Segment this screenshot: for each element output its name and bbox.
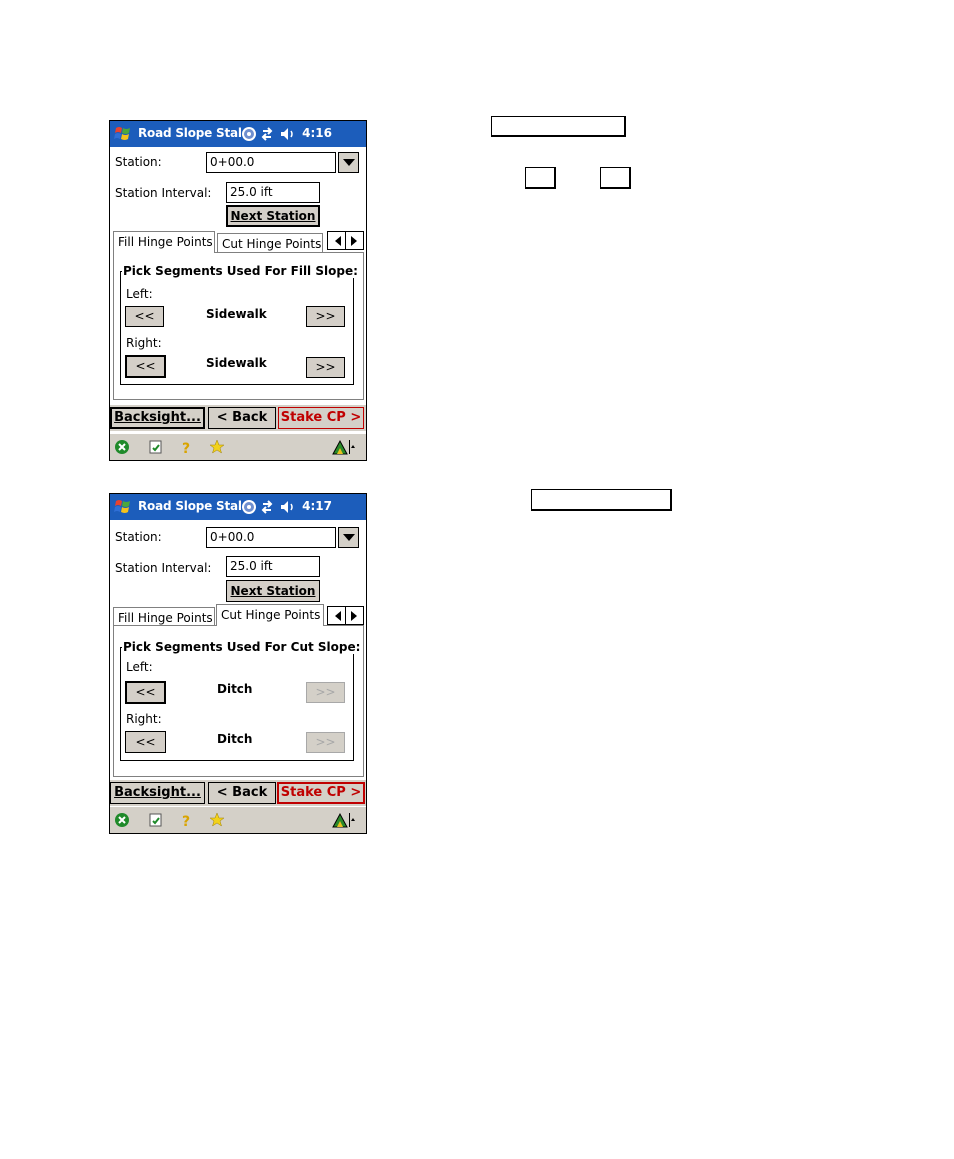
stake-cp-button[interactable]: Stake CP >	[277, 782, 365, 804]
scroll-right-icon[interactable]	[351, 236, 357, 246]
left-segment-value: Ditch	[217, 682, 253, 696]
back-label: < Back	[216, 410, 268, 425]
next-station-label: Next Station	[230, 209, 316, 223]
title-bar: Road Slope Stal 4:16	[110, 121, 366, 147]
input-panel-icon[interactable]	[332, 439, 356, 455]
speaker-icon[interactable]	[281, 501, 293, 513]
device-screen-fill: Road Slope Stal 4:16 Station: 0+00.0 Sta…	[109, 120, 367, 461]
left-prev-button[interactable]: <<	[125, 306, 164, 327]
station-interval-field[interactable]: 25.0 ift	[226, 556, 320, 577]
input-panel-icon[interactable]	[332, 812, 356, 828]
left-next-button[interactable]: >>	[306, 682, 345, 703]
scroll-left-icon[interactable]	[335, 236, 341, 246]
close-icon[interactable]	[114, 439, 130, 455]
windows-flag-icon[interactable]	[113, 124, 133, 144]
left-prev-button[interactable]: <<	[125, 681, 166, 704]
star-icon[interactable]	[209, 439, 225, 455]
device-screen-cut: Road Slope Stal 4:17 Station: 0+00.0 Sta…	[109, 493, 367, 834]
tab-cut-hinge-points[interactable]: Cut Hinge Points	[216, 604, 324, 626]
status-icons	[242, 127, 293, 141]
svg-text:?: ?	[182, 441, 190, 455]
station-interval-label: Station Interval:	[115, 561, 212, 575]
task-bar: ?	[110, 434, 366, 460]
right-segment-value: Sidewalk	[206, 356, 267, 370]
next-station-label: Next Station	[230, 584, 316, 598]
station-field[interactable]: 0+00.0	[206, 152, 336, 173]
callout-box	[491, 116, 626, 137]
station-label: Station:	[115, 155, 162, 169]
windows-flag-icon[interactable]	[113, 497, 133, 517]
svg-text:?: ?	[182, 814, 190, 828]
scroll-left-icon[interactable]	[335, 611, 341, 621]
clock: 4:16	[302, 126, 332, 140]
backsight-button[interactable]: Backsight...	[110, 782, 205, 804]
next-station-button[interactable]: Next Station	[226, 580, 320, 602]
scroll-right-icon[interactable]	[351, 611, 357, 621]
callout-box	[531, 489, 672, 511]
right-label: Right:	[126, 712, 162, 726]
group-title: Pick Segments Used For Fill Slope:	[122, 264, 359, 278]
right-prev-button[interactable]: <<	[125, 731, 166, 753]
app-title: Road Slope Stal	[138, 126, 242, 140]
callout-box	[525, 167, 556, 189]
back-button[interactable]: < Back	[208, 407, 276, 429]
left-next-button[interactable]: >>	[306, 306, 345, 327]
station-field[interactable]: 0+00.0	[206, 527, 336, 548]
backsight-button[interactable]: Backsight...	[110, 407, 205, 429]
back-button[interactable]: < Back	[208, 782, 276, 804]
help-icon[interactable]: ?	[178, 812, 194, 828]
stake-cp-button[interactable]: Stake CP >	[278, 407, 364, 429]
clock: 4:17	[302, 499, 332, 513]
right-next-button[interactable]: >>	[306, 732, 345, 753]
checklist-icon[interactable]	[148, 812, 164, 828]
right-segment-value: Ditch	[217, 732, 253, 746]
tab-cut-hinge-points[interactable]: Cut Hinge Points	[217, 233, 323, 253]
command-bar: Backsight... < Back Stake CP >	[110, 780, 366, 806]
right-label: Right:	[126, 336, 162, 350]
backsight-label: Backsight...	[114, 410, 201, 425]
next-station-button[interactable]: Next Station	[226, 205, 320, 227]
station-dropdown-button[interactable]	[338, 152, 359, 173]
station-interval-field[interactable]: 25.0 ift	[226, 182, 320, 203]
right-next-button[interactable]: >>	[306, 357, 345, 378]
tab-scroll-arrows[interactable]	[327, 606, 364, 625]
checklist-icon[interactable]	[148, 439, 164, 455]
station-interval-label: Station Interval:	[115, 186, 212, 200]
group-title: Pick Segments Used For Cut Slope:	[122, 640, 362, 654]
backsight-label: Backsight...	[114, 785, 201, 800]
tab-fill-hinge-points[interactable]: Fill Hinge Points	[113, 231, 215, 253]
connectivity-icon[interactable]	[242, 500, 256, 514]
star-icon[interactable]	[209, 812, 225, 828]
status-icons	[242, 500, 293, 514]
tab-fill-hinge-points[interactable]: Fill Hinge Points	[113, 607, 215, 627]
command-bar: Backsight... < Back Stake CP >	[110, 405, 366, 431]
callout-box	[600, 167, 631, 189]
task-bar: ?	[110, 807, 366, 833]
sync-arrows-icon[interactable]	[261, 127, 273, 141]
station-dropdown-button[interactable]	[338, 527, 359, 548]
station-label: Station:	[115, 530, 162, 544]
left-label: Left:	[126, 287, 153, 301]
stake-cp-label: Stake CP >	[280, 410, 362, 425]
left-label: Left:	[126, 660, 153, 674]
left-segment-value: Sidewalk	[206, 307, 267, 321]
right-prev-button[interactable]: <<	[125, 355, 166, 378]
sync-arrows-icon[interactable]	[261, 500, 273, 514]
close-icon[interactable]	[114, 812, 130, 828]
app-title: Road Slope Stal	[138, 499, 242, 513]
connectivity-icon[interactable]	[242, 127, 256, 141]
title-bar: Road Slope Stal 4:17	[110, 494, 366, 520]
stake-cp-label: Stake CP >	[280, 785, 362, 800]
back-label: < Back	[216, 785, 268, 800]
help-icon[interactable]: ?	[178, 439, 194, 455]
tab-scroll-arrows[interactable]	[327, 231, 364, 250]
speaker-icon[interactable]	[281, 128, 293, 140]
